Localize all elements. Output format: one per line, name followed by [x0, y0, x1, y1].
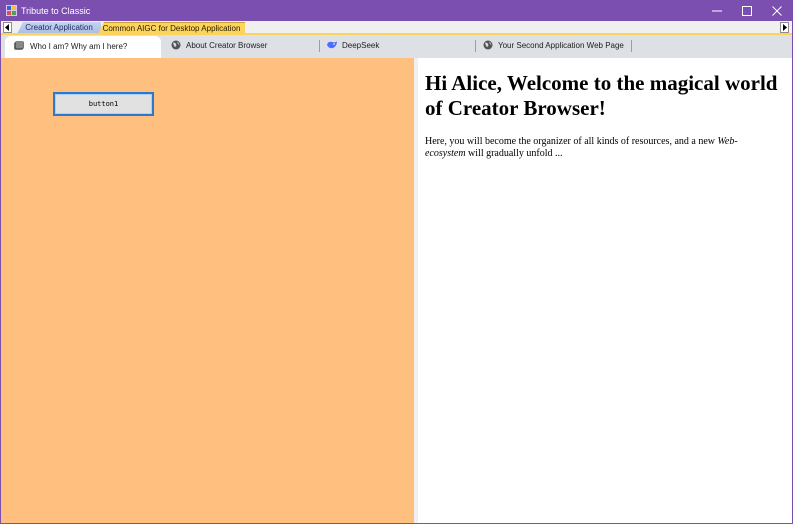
page-icon	[14, 41, 24, 50]
tab-creator-application-label: Creator Application	[25, 23, 93, 32]
paragraph-text-end: will gradually unfold ...	[465, 148, 563, 159]
tab-separator	[475, 40, 476, 52]
minimize-icon	[712, 10, 722, 12]
browser-tab-about[interactable]: About Creator Browser	[163, 35, 313, 57]
minimize-button[interactable]	[702, 1, 732, 21]
browser-tab-deepseek[interactable]: DeepSeek	[321, 35, 471, 57]
browser-tab-deepseek-label: DeepSeek	[342, 41, 380, 50]
app-window: Tribute to Classic Creator Application C…	[0, 0, 793, 524]
title-bar: Tribute to Classic	[1, 1, 792, 21]
browser-tab-who-am-i[interactable]: Who I am? Why am I here?	[5, 36, 161, 58]
arrow-left-icon	[5, 24, 9, 31]
tab-separator	[631, 40, 632, 52]
scroll-left-button[interactable]	[3, 22, 12, 33]
browser-tab-second-app[interactable]: Your Second Application Web Page	[477, 35, 631, 57]
browser-tab-second-app-label: Your Second Application Web Page	[498, 41, 624, 50]
paragraph-text-start: Here, you will become the organizer of a…	[425, 136, 718, 147]
welcome-heading: Hi Alice, Welcome to the magical world o…	[425, 71, 778, 120]
maximize-button-wrapper	[732, 1, 762, 21]
web-content-pane: Hi Alice, Welcome to the magical world o…	[418, 58, 792, 523]
browser-tab-about-label: About Creator Browser	[186, 41, 268, 50]
arrow-right-icon	[783, 24, 787, 31]
app-icon	[6, 5, 17, 16]
close-icon	[772, 6, 782, 16]
close-button[interactable]	[762, 1, 792, 21]
deepseek-icon	[327, 41, 337, 49]
globe-icon	[483, 40, 493, 50]
button1[interactable]: button1	[53, 92, 154, 116]
tab-separator	[319, 40, 320, 52]
window-title: Tribute to Classic	[21, 6, 91, 16]
welcome-paragraph: Here, you will become the organizer of a…	[425, 136, 765, 160]
scroll-right-button[interactable]	[780, 22, 789, 33]
browser-tab-who-am-i-label: Who I am? Why am I here?	[30, 42, 128, 51]
left-pane: button1	[1, 58, 414, 523]
globe-icon	[171, 40, 181, 50]
browser-tab-bar: Who I am? Why am I here? About Creator B…	[1, 35, 792, 58]
